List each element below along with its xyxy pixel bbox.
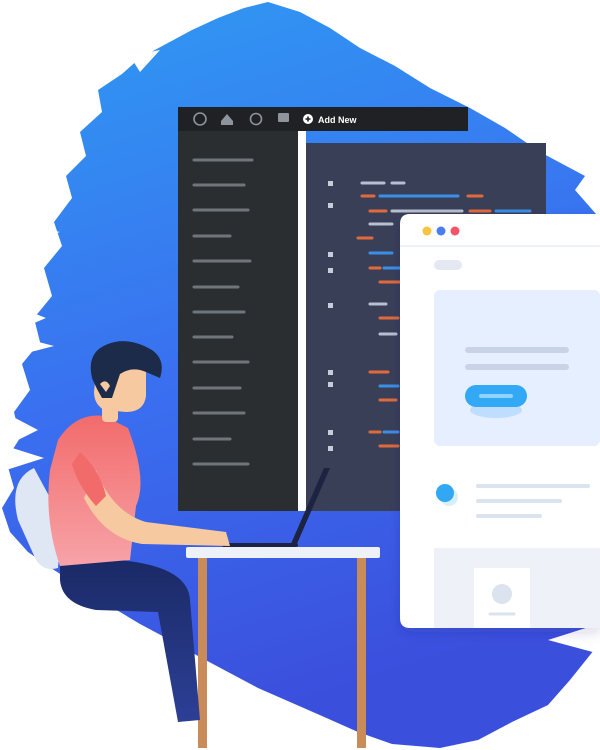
panel-divider <box>298 131 306 511</box>
site-logo-placeholder <box>434 260 462 270</box>
admin-sidebar <box>178 131 298 511</box>
browser-dot-red <box>450 226 460 236</box>
profile-avatar-icon <box>492 584 512 604</box>
browser-dot-blue <box>436 226 446 236</box>
developer-illustration: Add New <box>0 2 600 750</box>
illustration: Add New <box>0 0 600 750</box>
add-new-label[interactable]: Add New <box>318 115 358 125</box>
browser-dot-yellow <box>422 226 432 236</box>
profile-card <box>434 548 600 628</box>
hero-card <box>434 290 600 446</box>
comments-icon[interactable] <box>278 113 289 122</box>
